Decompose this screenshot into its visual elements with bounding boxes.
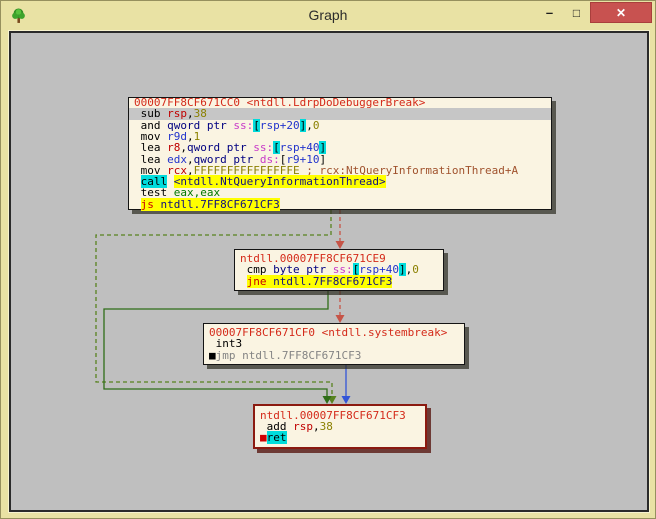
graph-window: Graph – □ ✕ 00007FF8CF671CC0 <ntdll.Ldrp…: [0, 0, 656, 519]
asm-token-mn: ,: [313, 419, 320, 433]
asm-token-lbly: ntdll.7FF8CF671CF3: [273, 274, 393, 288]
window-controls: – □ ✕: [536, 2, 652, 23]
asm-token-seg: ss:: [233, 118, 254, 132]
asm-token-lbly: ntdll.7FF8CF671CF3: [160, 197, 280, 211]
asm-token-mn: [240, 275, 247, 288]
asm-line[interactable]: js ntdll.7FF8CF671CF3: [129, 197, 551, 211]
asm-token-ylsp: [153, 197, 161, 211]
asm-token-brkt: ]: [398, 263, 406, 277]
asm-token-mn: ,: [306, 118, 313, 132]
node-systembreak[interactable]: 00007FF8CF671CF0 <ntdll.systembreak> int…: [203, 323, 465, 365]
asm-line[interactable]: 00007FF8CF671CF0 <ntdll.systembreak>: [204, 327, 464, 338]
node-ldrpdodebuggerbreak[interactable]: 00007FF8CF671CC0 <ntdll.LdrpDoDebuggerBr…: [128, 97, 552, 211]
asm-token-hdr: 00007FF8CF671CF0 <ntdll.systembreak>: [209, 326, 448, 340]
asm-token-jccy: js: [140, 197, 154, 211]
close-button[interactable]: ✕: [590, 2, 652, 23]
minimize-button[interactable]: –: [536, 2, 563, 23]
asm-token-inbr: rsp+20: [259, 118, 300, 132]
graph-canvas[interactable]: 00007FF8CF671CC0 <ntdll.LdrpDoDebuggerBr…: [8, 30, 650, 513]
asm-token-sqb: ■: [209, 348, 216, 362]
title-bar[interactable]: Graph – □ ✕: [1, 1, 655, 31]
asm-token-cy: ret: [266, 431, 287, 445]
asm-token-mn: [134, 198, 141, 211]
node-7ff8cf671ce9[interactable]: ntdll.00007FF8CF671CE9 cmp byte ptr ss:[…: [234, 249, 444, 291]
node-7ff8cf671cf3[interactable]: ntdll.00007FF8CF671CF3 add rsp,38 ■ret: [253, 404, 427, 449]
asm-token-num: 38: [319, 419, 333, 433]
asm-token-sqr: ■: [260, 431, 267, 445]
asm-line[interactable]: cmp byte ptr ss:[rsp+40],0: [235, 263, 443, 277]
asm-line[interactable]: ■jmp ntdll.7FF8CF671CF3: [204, 348, 464, 362]
maximize-button[interactable]: □: [563, 2, 590, 23]
asm-line[interactable]: jne ntdll.7FF8CF671CF3: [235, 274, 443, 288]
graph-blocks: 00007FF8CF671CC0 <ntdll.LdrpDoDebuggerBr…: [11, 33, 647, 510]
asm-token-jccy: jne: [246, 274, 267, 288]
asm-token-brkt: [: [253, 118, 260, 132]
asm-line[interactable]: test eax,eax: [129, 187, 551, 198]
asm-token-num: 0: [412, 263, 419, 277]
asm-token-num: 0: [312, 118, 320, 132]
asm-token-reg: rsp: [293, 419, 313, 433]
asm-token-gray: jmp ntdll.7FF8CF671CF3: [215, 348, 362, 362]
asm-line[interactable]: ■ret: [255, 431, 425, 445]
